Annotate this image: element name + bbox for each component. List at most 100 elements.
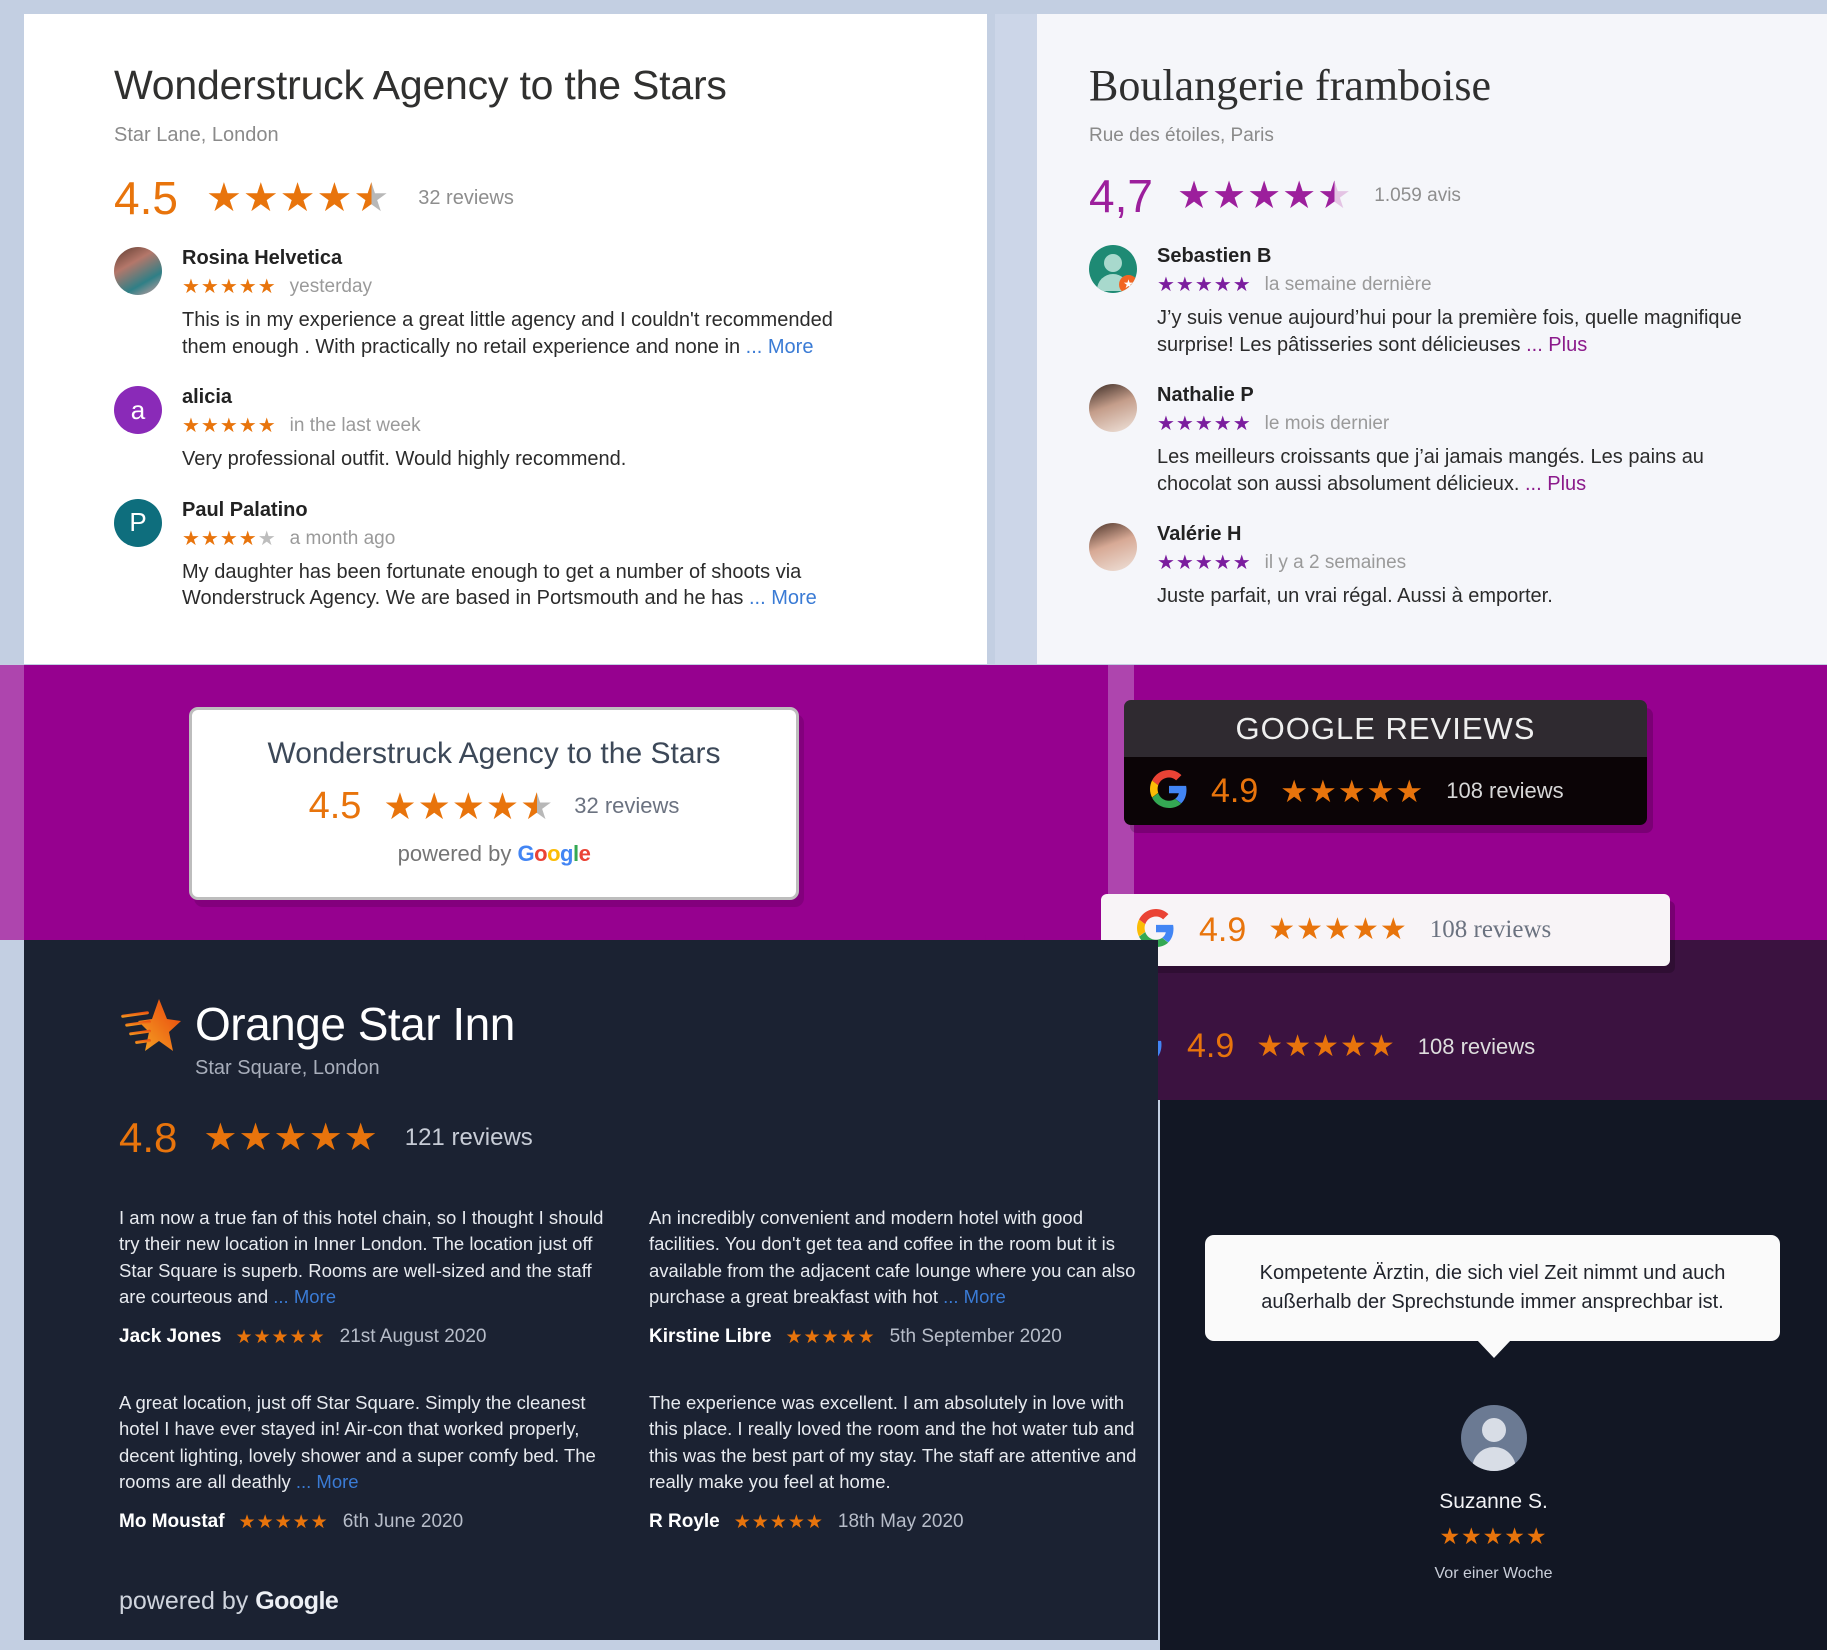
badge-stars: ★★★★★: [1280, 773, 1425, 809]
review-stars: ★★★★★: [182, 415, 277, 438]
avatar-silhouette-head-icon: [1481, 1418, 1506, 1442]
review-stars: ★★★★★: [1439, 1523, 1548, 1549]
review-text: Very professional outfit. Would highly r…: [182, 448, 627, 471]
orange-star-logo-icon: [119, 995, 181, 1053]
avatar: ★: [1089, 245, 1137, 293]
review-date: 18th May 2020: [837, 1511, 964, 1533]
business-address: Rue des étoiles, Paris: [1089, 125, 1274, 146]
review-text: My daughter has been fortunate enough to…: [182, 559, 872, 612]
review-text: Les meilleurs croissants que j’ai jamais…: [1157, 444, 1772, 497]
rating-score: 4,7: [1089, 170, 1153, 222]
rating-summary: 4,7 ★★★★★ 1.059 avis: [1089, 173, 1827, 219]
review-text: An incredibly convenient and modern hote…: [649, 1205, 1147, 1310]
panel-boulangerie: Boulangerie framboise Rue des étoiles, P…: [995, 14, 1827, 664]
review-item: I am now a true fan of this hotel chain,…: [119, 1205, 617, 1348]
review-body: J’y suis venue aujourd’hui pour la premi…: [1157, 307, 1742, 356]
review-body: This is in my experience a great little …: [182, 309, 833, 358]
review-item: An incredibly convenient and modern hote…: [649, 1205, 1147, 1348]
badge-heading: GOOGLE REVIEWS: [1124, 700, 1647, 757]
review-stars: ★★★★★: [238, 1511, 329, 1533]
panel-german-testimonial: Kompetente Ärztin, die sich viel Zeit ni…: [1160, 1100, 1827, 1650]
avatar-initial: a: [130, 394, 146, 425]
more-link[interactable]: ... Plus: [1526, 334, 1587, 356]
review-timestamp: la semaine dernière: [1264, 274, 1432, 295]
business-address: Star Lane, London: [114, 124, 279, 147]
more-link[interactable]: ... More: [943, 1286, 1006, 1307]
reviewer-name: alicia: [182, 386, 233, 409]
review-count: 121 reviews: [404, 1124, 533, 1151]
reviewer-name: Valérie H: [1157, 523, 1242, 546]
badge-score: 4.9: [1199, 910, 1247, 949]
review-stars: ★★★★★: [182, 276, 277, 299]
review-body: I am now a true fan of this hotel chain,…: [119, 1207, 604, 1307]
review-item: Rosina Helvetica ★★★★★ yesterday This is…: [114, 247, 987, 360]
reviewer-name: Suzanne S.: [1439, 1490, 1548, 1513]
review-date: 6th June 2020: [342, 1511, 464, 1533]
badge-review-count: 108 reviews: [1446, 778, 1564, 803]
google-review-badge-light[interactable]: 4.9 ★★★★★ 108 reviews: [1101, 894, 1670, 966]
review-stars: ★★★★★: [733, 1511, 824, 1533]
more-link[interactable]: ... More: [296, 1471, 359, 1492]
review-body: An incredibly convenient and modern hote…: [649, 1207, 1136, 1307]
reviewer-name: Rosina Helvetica: [182, 247, 343, 270]
review-stars: ★★★★★: [785, 1326, 876, 1348]
page-title: Orange Star Inn: [195, 998, 515, 1050]
review-text: The experience was excellent. I am absol…: [649, 1392, 1137, 1492]
avatar: [1089, 523, 1137, 572]
testimonial-bubble: Kompetente Ärztin, die sich viel Zeit ni…: [1205, 1235, 1780, 1358]
review-stars: ★★★★★: [182, 529, 277, 549]
rating-stars: ★★★★★: [206, 178, 390, 218]
avatar-initial: P: [129, 507, 147, 538]
panel-wonderstruck: Wonderstruck Agency to the Stars Star La…: [24, 14, 987, 664]
powered-by-google: powered by Google: [119, 1587, 1158, 1616]
page-root: Wonderstruck Agency to the Stars Star La…: [0, 0, 1827, 1650]
rating-stars-filled: ★★★★: [1176, 175, 1318, 217]
badge-rating-row: 4.5 ★★★★★ 32 reviews: [192, 787, 796, 825]
badge-review-count: 32 reviews: [574, 793, 680, 818]
review-stars-empty: ★: [257, 527, 277, 550]
rating-score: 4.8: [119, 1114, 178, 1161]
more-link[interactable]: ... More: [749, 587, 817, 609]
review-item: P Paul Palatino ★★★★★ a month ago My dau…: [114, 498, 987, 612]
review-count: 1.059 avis: [1374, 185, 1461, 206]
more-link[interactable]: ... More: [746, 336, 814, 358]
avatar: P: [114, 498, 162, 547]
reviewer-name: Mo Moustaf: [119, 1511, 225, 1533]
review-timestamp: in the last week: [289, 415, 421, 437]
reviewer-name: Kirstine Libre: [649, 1326, 772, 1348]
more-link[interactable]: ... Plus: [1525, 473, 1586, 495]
review-item: ★ Sebastien B ★★★★★ la semaine dernière …: [1089, 245, 1827, 358]
review-timestamp: il y a 2 semaines: [1264, 552, 1407, 574]
reviewer-name: Paul Palatino: [182, 498, 308, 521]
bubble-tail: [1476, 1340, 1511, 1358]
review-stars: ★★★★★: [1157, 274, 1252, 296]
badge-stars: ★★★★★: [383, 788, 554, 825]
page-title: Boulangerie framboise: [1089, 61, 1491, 110]
rating-summary: 4.8 ★★★★★ 121 reviews: [119, 1117, 1158, 1159]
boulangerie-left-stripe: [995, 14, 1037, 664]
page-title: Wonderstruck Agency to the Stars: [114, 62, 727, 108]
more-link[interactable]: ... More: [273, 1286, 336, 1307]
rating-stars-filled: ★★★★: [205, 176, 354, 221]
review-body: Les meilleurs croissants que j’ai jamais…: [1157, 446, 1704, 495]
badge-stars-half: ★: [520, 785, 555, 827]
review-stars-filled: ★★★★: [182, 527, 258, 550]
powered-by-label: powered by: [119, 1587, 249, 1616]
avatar-silhouette-body-icon: [1471, 1447, 1516, 1471]
avatar: [1089, 384, 1137, 433]
badge-score: 4.9: [1187, 1027, 1235, 1065]
badge-review-count: 108 reviews: [1429, 916, 1552, 943]
google-review-badge-plain[interactable]: 4.9 ★★★★★ 108 reviews: [1125, 1025, 1535, 1068]
badge-review-count: 108 reviews: [1417, 1033, 1536, 1059]
rating-stars-half: ★: [353, 176, 391, 221]
review-text: I am now a true fan of this hotel chain,…: [119, 1205, 617, 1310]
google-wordmark-text: Google: [255, 1587, 339, 1616]
rating-stars: ★★★★★: [1177, 177, 1352, 215]
google-review-badge-white[interactable]: Wonderstruck Agency to the Stars 4.5 ★★★…: [189, 707, 799, 900]
purple-band-left-stripe: [0, 665, 24, 940]
google-review-badge-dark[interactable]: GOOGLE REVIEWS 4.9 ★★★★★ 108 reviews: [1124, 700, 1647, 825]
hotel-reviews-grid: I am now a true fan of this hotel chain,…: [119, 1205, 1158, 1533]
review-timestamp: Vor einer Woche: [1434, 1565, 1553, 1582]
review-date: 21st August 2020: [339, 1326, 487, 1348]
avatar-silhouette-head-icon: [1104, 254, 1122, 272]
